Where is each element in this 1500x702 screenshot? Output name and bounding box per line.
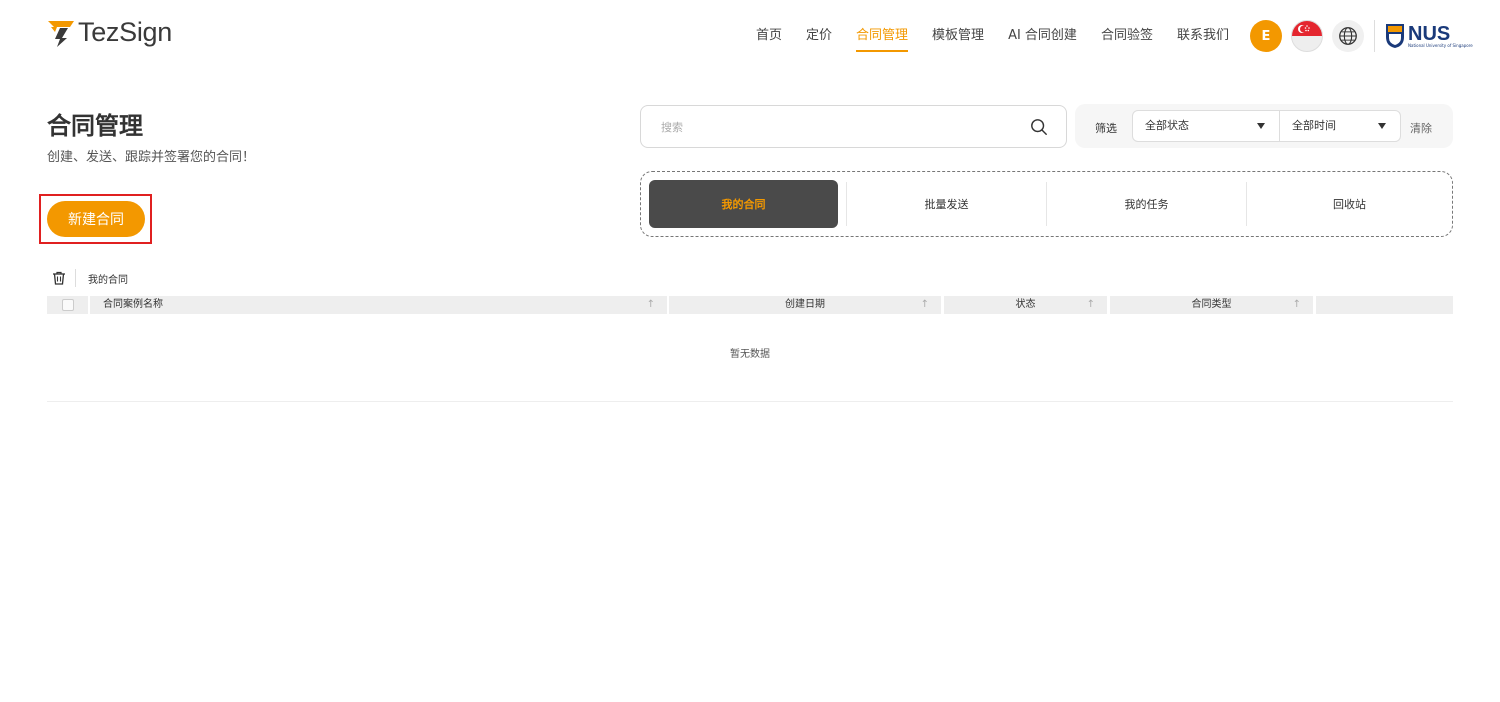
column-header-created-date[interactable]: 创建日期 ↑ xyxy=(669,296,941,314)
sort-arrow-icon[interactable]: ↑ xyxy=(647,296,655,314)
globe-icon[interactable] xyxy=(1332,20,1364,52)
sort-arrow-icon[interactable]: ↑ xyxy=(1293,296,1301,314)
user-avatar[interactable]: E xyxy=(1250,20,1282,52)
nus-crest-icon xyxy=(1386,24,1404,48)
table-toolbar: 我的合同 xyxy=(47,268,128,288)
nav-template-management[interactable]: 模板管理 xyxy=(920,24,996,52)
header-divider xyxy=(1374,20,1375,52)
brand-logo[interactable]: TezSign xyxy=(46,17,172,48)
brand-name: TezSign xyxy=(78,17,172,47)
select-all-cell xyxy=(47,296,88,314)
column-status-label: 状态 xyxy=(1015,299,1036,310)
toolbar-divider xyxy=(75,269,76,287)
sort-arrow-icon[interactable]: ↑ xyxy=(1087,296,1095,314)
time-select-value: 全部时间 xyxy=(1292,119,1336,132)
filter-selects: 全部状态 全部时间 xyxy=(1132,110,1401,142)
header: TezSign 首页 定价 合同管理 模板管理 AI 合同创建 合同验签 联系我… xyxy=(0,0,1500,72)
nav-contract-verification[interactable]: 合同验签 xyxy=(1089,24,1165,52)
contract-tabs: 我的合同 批量发送 我的任务 回收站 xyxy=(640,171,1453,237)
toolbar-label: 我的合同 xyxy=(88,274,128,286)
filter-bar: 筛选 全部状态 全部时间 清除 xyxy=(1075,104,1453,148)
caret-down-icon xyxy=(1378,123,1386,129)
table-bottom-divider xyxy=(47,401,1453,402)
singapore-flag-icon[interactable] xyxy=(1291,20,1323,52)
nav-contact-us[interactable]: 联系我们 xyxy=(1165,24,1241,52)
nav-pricing[interactable]: 定价 xyxy=(794,24,844,52)
column-header-contract-type[interactable]: 合同类型 ↑ xyxy=(1110,296,1313,314)
sort-arrow-icon[interactable]: ↑ xyxy=(921,296,929,314)
tab-bulk-send[interactable]: 批量发送 xyxy=(847,180,1046,228)
table-header: 合同案例名称 ↑ 创建日期 ↑ 状态 ↑ 合同类型 ↑ xyxy=(47,296,1453,314)
caret-down-icon xyxy=(1257,123,1265,129)
tab-my-contracts[interactable]: 我的合同 xyxy=(649,180,838,228)
nav-contract-management[interactable]: 合同管理 xyxy=(844,24,920,52)
nav-ai-contract-creation[interactable]: AI 合同创建 xyxy=(996,24,1089,52)
column-contract-type-label: 合同类型 xyxy=(1191,299,1232,310)
column-header-name[interactable]: 合同案例名称 ↑ xyxy=(90,296,667,314)
trash-icon[interactable] xyxy=(51,270,67,286)
new-contract-button[interactable]: 新建合同 xyxy=(47,201,145,237)
column-header-status[interactable]: 状态 ↑ xyxy=(944,296,1107,314)
header-actions: E NUS National University of Singapore xyxy=(1250,20,1473,52)
column-created-date-label: 创建日期 xyxy=(785,299,825,310)
time-select[interactable]: 全部时间 xyxy=(1279,111,1400,141)
column-header-actions xyxy=(1316,296,1453,314)
status-select-value: 全部状态 xyxy=(1145,119,1189,132)
page-title: 合同管理 xyxy=(47,112,143,140)
filter-label: 筛选 xyxy=(1095,122,1117,135)
nus-name: NUS xyxy=(1408,22,1451,45)
search-icon[interactable] xyxy=(1030,118,1048,136)
nav-home[interactable]: 首页 xyxy=(744,24,794,52)
column-name-label: 合同案例名称 xyxy=(103,299,163,310)
status-select[interactable]: 全部状态 xyxy=(1133,111,1279,141)
page-subtitle: 创建、发送、跟踪并签署您的合同！ xyxy=(47,150,256,165)
clear-filter-button[interactable]: 清除 xyxy=(1410,120,1432,136)
main-nav: 首页 定价 合同管理 模板管理 AI 合同创建 合同验签 联系我们 xyxy=(744,24,1241,52)
empty-state-text: 暂无数据 xyxy=(730,349,770,360)
nus-logo[interactable]: NUS National University of Singapore xyxy=(1385,23,1473,49)
nus-subtitle: National University of Singapore xyxy=(1408,42,1473,48)
search-input[interactable] xyxy=(661,118,1021,136)
select-all-checkbox[interactable] xyxy=(62,299,74,311)
tab-recycle-bin[interactable]: 回收站 xyxy=(1247,180,1452,228)
tab-my-tasks[interactable]: 我的任务 xyxy=(1047,180,1246,228)
search-box xyxy=(640,105,1067,148)
tezsign-logo-icon xyxy=(48,20,74,47)
